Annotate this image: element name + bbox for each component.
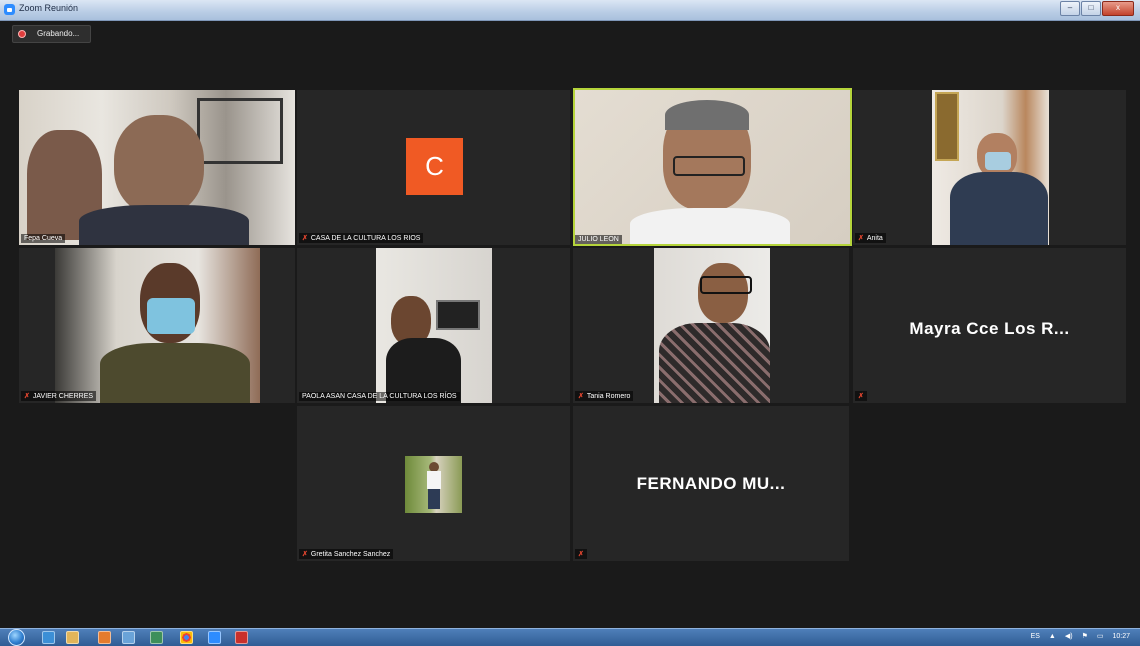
participant-tile[interactable]: ✗ Tania Romero (573, 248, 849, 403)
recording-label: Grabando... (37, 29, 80, 38)
participant-tile[interactable]: Mayra Cce Los R... ✗ (853, 248, 1126, 403)
participant-name-label: ✗ (575, 549, 587, 559)
participant-tile[interactable]: PAOLA ASAN CASA DE LA CULTURA LOS RÍOS (297, 248, 570, 403)
video-pants (428, 489, 440, 509)
recording-indicator[interactable]: Grabando... (12, 25, 91, 43)
participant-name-label: JULIO LEON (575, 235, 622, 244)
language-indicator[interactable]: ES (1031, 633, 1040, 640)
video-feed (932, 90, 1049, 245)
muted-mic-icon: ✗ (858, 393, 864, 400)
participant-thumbnail (405, 456, 462, 513)
video-hair (665, 100, 749, 130)
participant-name-label: ✗ (855, 391, 867, 401)
zoom-icon[interactable] (208, 631, 221, 644)
file-explorer-icon[interactable] (66, 631, 79, 644)
video-feed (19, 90, 295, 245)
participant-tile[interactable]: ✗ Anita (853, 90, 1126, 245)
close-button[interactable]: x (1102, 1, 1134, 16)
video-glasses (700, 276, 752, 294)
muted-mic-icon: ✗ (578, 393, 584, 400)
muted-mic-icon: ✗ (24, 393, 30, 400)
video-feed (55, 248, 260, 403)
muted-mic-icon: ✗ (302, 551, 308, 558)
video-lighting-rig (197, 98, 283, 164)
participant-name-label: ✗ Anita (855, 233, 886, 243)
window-title: Zoom Reunión (19, 3, 79, 13)
video-feed (376, 248, 492, 403)
network-icon[interactable]: ▭ (1097, 632, 1104, 640)
video-picture-frame (935, 92, 959, 161)
participant-display-name: FERNANDO MU... (636, 473, 786, 493)
pdf-icon[interactable] (235, 631, 248, 644)
video-floral-shirt (659, 323, 770, 403)
participant-name-label: ✗ Tania Romero (575, 391, 634, 401)
participant-tile[interactable]: Fepa Cueva (19, 90, 295, 245)
participant-name-label: ✗ Gretita Sanchez Sanchez (299, 549, 394, 559)
participant-name-label: Fepa Cueva (21, 234, 66, 243)
video-tv (436, 300, 480, 330)
maximize-button[interactable]: □ (1081, 1, 1101, 16)
chrome-icon[interactable] (180, 631, 193, 644)
participant-avatar: C (406, 138, 463, 195)
video-feed (575, 90, 850, 244)
recording-dot-icon (18, 30, 26, 38)
window-icon[interactable] (122, 631, 135, 644)
participant-name-label: ✗ CASA DE LA CULTURA LOS RIOS (299, 233, 424, 243)
video-shirt (79, 205, 249, 245)
media-player-icon[interactable] (98, 631, 111, 644)
video-glasses (673, 156, 745, 176)
participant-display-name: Mayra Cce Los R... (909, 318, 1070, 338)
window-title-bar: Zoom Reunión – □ x (0, 0, 1140, 21)
internet-explorer-icon[interactable] (42, 631, 55, 644)
video-feed (654, 248, 770, 403)
video-face (114, 115, 204, 215)
participant-tile-active-speaker[interactable]: JULIO LEON (573, 88, 852, 246)
video-mask (147, 298, 195, 334)
muted-mic-icon: ✗ (578, 551, 584, 558)
video-shirt (427, 471, 441, 489)
start-orb-icon[interactable] (8, 629, 25, 646)
video-mask (985, 152, 1011, 170)
video-shirt (630, 208, 790, 244)
flag-icon[interactable]: ⚑ (1082, 632, 1088, 640)
video-vest (950, 172, 1048, 245)
participant-tile[interactable]: FERNANDO MU... ✗ (573, 406, 849, 561)
participant-name-label: PAOLA ASAN CASA DE LA CULTURA LOS RÍOS (299, 392, 460, 401)
participant-tile[interactable]: C ✗ CASA DE LA CULTURA LOS RIOS (297, 90, 570, 245)
minimize-button[interactable]: – (1060, 1, 1080, 16)
windows-taskbar: ES ▲ ◀) ⚑ ▭ 10:27 (0, 628, 1140, 646)
participant-tile[interactable]: ✗ JAVIER CHERRES (19, 248, 295, 403)
window-icon[interactable] (150, 631, 163, 644)
window-controls: – □ x (1060, 1, 1134, 16)
muted-mic-icon: ✗ (302, 235, 308, 242)
tray-arrow-icon[interactable]: ▲ (1049, 633, 1056, 640)
zoom-app-icon (4, 4, 15, 15)
muted-mic-icon: ✗ (858, 235, 864, 242)
participant-tile[interactable]: ✗ Gretita Sanchez Sanchez (297, 406, 570, 561)
system-tray: ES ▲ ◀) ⚑ ▭ 10:27 (1031, 632, 1130, 641)
speaker-icon[interactable]: ◀) (1065, 632, 1073, 640)
participant-name-label: ✗ JAVIER CHERRES (21, 391, 97, 401)
clock[interactable]: 10:27 (1112, 633, 1130, 640)
video-vest (100, 343, 250, 403)
